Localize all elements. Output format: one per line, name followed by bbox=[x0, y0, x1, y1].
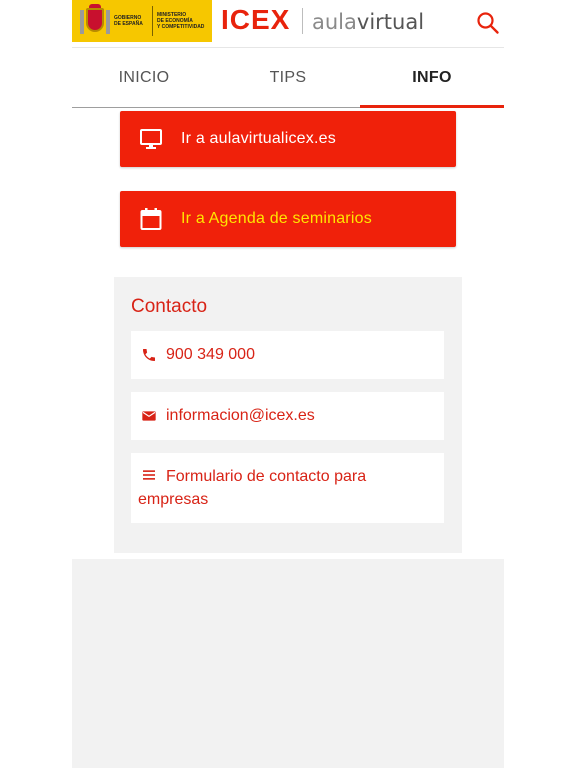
tab-bar: INICIO TIPS INFO bbox=[72, 48, 504, 108]
coat-of-arms-icon bbox=[80, 4, 110, 38]
ministry-line-3: Y COMPETITIVIDAD bbox=[157, 24, 205, 30]
government-logo: GOBIERNO DE ESPAÑA MINISTERIO DE ECONOMÍ… bbox=[72, 0, 212, 42]
email-icon bbox=[141, 408, 157, 424]
logo-divider bbox=[152, 6, 153, 36]
app-header: GOBIERNO DE ESPAÑA MINISTERIO DE ECONOMÍ… bbox=[72, 0, 504, 48]
menu-lines-icon bbox=[141, 467, 157, 483]
app-screen: GOBIERNO DE ESPAÑA MINISTERIO DE ECONOMÍ… bbox=[72, 0, 504, 768]
contact-phone-item[interactable]: 900 349 000 bbox=[131, 331, 444, 379]
tab-info[interactable]: INFO bbox=[360, 48, 504, 108]
product-name-bold: virtual bbox=[356, 10, 425, 34]
empty-content-area bbox=[72, 559, 504, 768]
contact-email-text: informacion@icex.es bbox=[166, 407, 315, 424]
search-icon[interactable] bbox=[476, 11, 500, 35]
contact-phone-text: 900 349 000 bbox=[166, 346, 255, 363]
ministry-label: MINISTERIO DE ECONOMÍA Y COMPETITIVIDAD bbox=[157, 12, 207, 30]
contact-title: Contacto bbox=[131, 296, 208, 317]
icex-logo: ICEX bbox=[221, 4, 291, 35]
aulavirtual-logo: aulavirtual bbox=[312, 10, 424, 34]
contact-email-item[interactable]: informacion@icex.es bbox=[131, 392, 444, 440]
phone-icon bbox=[141, 347, 157, 363]
government-label: GOBIERNO DE ESPAÑA bbox=[114, 15, 148, 27]
brand-separator bbox=[302, 8, 303, 34]
gov-line-2: DE ESPAÑA bbox=[114, 21, 143, 27]
monitor-icon bbox=[139, 127, 163, 151]
contact-form-text: Formulario de contacto para empresas bbox=[138, 468, 367, 508]
seminar-agenda-label: Ir a Agenda de seminarios bbox=[181, 210, 372, 227]
aulavirtual-website-label: Ir a aulavirtualicex.es bbox=[181, 130, 336, 147]
aulavirtual-website-button[interactable]: Ir a aulavirtualicex.es bbox=[120, 111, 456, 167]
tab-inicio[interactable]: INICIO bbox=[72, 48, 216, 107]
seminar-agenda-button[interactable]: Ir a Agenda de seminarios bbox=[120, 191, 456, 247]
tab-tips[interactable]: TIPS bbox=[216, 48, 360, 107]
calendar-icon bbox=[139, 207, 163, 231]
product-name-light: aula bbox=[312, 10, 357, 34]
contact-card: Contacto 900 349 000 informacion@icex.es bbox=[114, 277, 462, 553]
contact-form-item[interactable]: Formulario de contacto para empresas bbox=[131, 453, 444, 523]
